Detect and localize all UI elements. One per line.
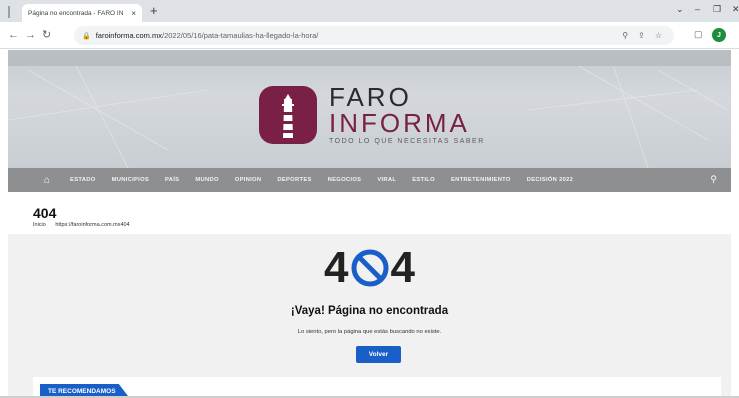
profile-avatar[interactable]: J <box>712 28 726 42</box>
search-icon[interactable]: ⚲ <box>710 174 717 185</box>
nav-item-mundo[interactable]: MUNDO <box>195 177 218 183</box>
error-code-graphic: 4 4 <box>0 244 739 292</box>
browser-toolbar: ← → ↻ 🔒 faroinforma.com.mx/2022/05/16/pa… <box>0 22 739 49</box>
nav-item-entretenimiento[interactable]: ENTRETENIMIENTO <box>451 177 511 183</box>
lock-icon[interactable]: 🔒 <box>82 32 91 40</box>
tab-strip: Página no encontrada - FARO IN × + ⌄ – ❐… <box>0 0 739 22</box>
nav-item-negocios[interactable]: NEGOCIOS <box>328 177 362 183</box>
nav-item-estilo[interactable]: ESTILO <box>412 177 435 183</box>
error-heading: ¡Vaya! Página no encontrada <box>290 305 449 317</box>
nav-item-pais[interactable]: PAÍS <box>165 177 179 183</box>
tab-strip-edge <box>8 6 10 18</box>
logo-wordmark-informa: INFORMA <box>329 108 470 138</box>
close-window-button[interactable]: ✕ <box>732 4 739 15</box>
nav-item-opinion[interactable]: OPINION <box>235 177 262 183</box>
restore-button[interactable]: ❐ <box>713 4 721 15</box>
minimize-button[interactable]: – <box>695 4 700 14</box>
tab-title: Página no encontrada - FARO IN <box>28 9 124 17</box>
nav-item-deportes[interactable]: DEPORTES <box>277 177 311 183</box>
url-path: /2022/05/16/pata-tamaulias-ha-llegado-la… <box>162 31 319 40</box>
lighthouse-logo-icon <box>259 85 317 144</box>
logo-wordmark-faro: FARO <box>329 82 412 112</box>
nav-item-estado[interactable]: ESTADO <box>70 177 96 183</box>
share-icon[interactable]: ⇪ <box>638 31 645 40</box>
tab-close-icon[interactable]: × <box>131 9 136 18</box>
breadcrumb: Inicio https://faroinforma.com.mx404 <box>33 222 138 228</box>
main-nav: ⌂ ESTADO MUNICIPIOS PAÍS MUNDO OPINION D… <box>8 168 731 192</box>
address-bar[interactable]: 🔒 faroinforma.com.mx/2022/05/16/pata-tam… <box>74 26 674 45</box>
sidebar-icon[interactable]: ▢ <box>694 29 703 40</box>
reload-icon[interactable]: ↻ <box>42 28 51 42</box>
chevron-down-icon[interactable]: ⌄ <box>676 4 684 15</box>
zoom-icon[interactable]: ⚲ <box>622 31 628 40</box>
header-top-strip <box>8 50 731 66</box>
site-logo[interactable]: FARO INFORMA TODO LO QUE NECESITAS SABER <box>259 84 485 145</box>
new-tab-button[interactable]: + <box>150 3 158 19</box>
forward-icon[interactable]: → <box>25 28 36 42</box>
browser-tab[interactable]: Página no encontrada - FARO IN × <box>22 4 142 22</box>
nav-item-municipios[interactable]: MUNICIPIOS <box>112 177 149 183</box>
nav-item-decision-2022[interactable]: DECISIÓN 2022 <box>527 177 573 183</box>
error-digit-right: 4 <box>390 243 415 292</box>
error-digit-left: 4 <box>324 243 349 292</box>
breadcrumb-current: https://faroinforma.com.mx404 <box>55 222 130 228</box>
nav-item-viral[interactable]: VIRAL <box>377 177 396 183</box>
breadcrumb-home[interactable]: Inicio <box>33 222 46 228</box>
back-button[interactable]: Volver <box>356 346 401 363</box>
back-icon[interactable]: ← <box>8 28 19 42</box>
error-message: Lo siento, pero la página que estás busc… <box>297 329 442 335</box>
home-icon[interactable]: ⌂ <box>44 175 50 186</box>
bookmark-star-icon[interactable]: ☆ <box>655 31 662 40</box>
logo-tagline: TODO LO QUE NECESITAS SABER <box>329 138 485 145</box>
recommendations-panel <box>33 377 721 398</box>
prohibited-icon <box>351 249 388 287</box>
url-host: faroinforma.com.mx <box>95 31 162 40</box>
page-title: 404 <box>33 205 57 221</box>
